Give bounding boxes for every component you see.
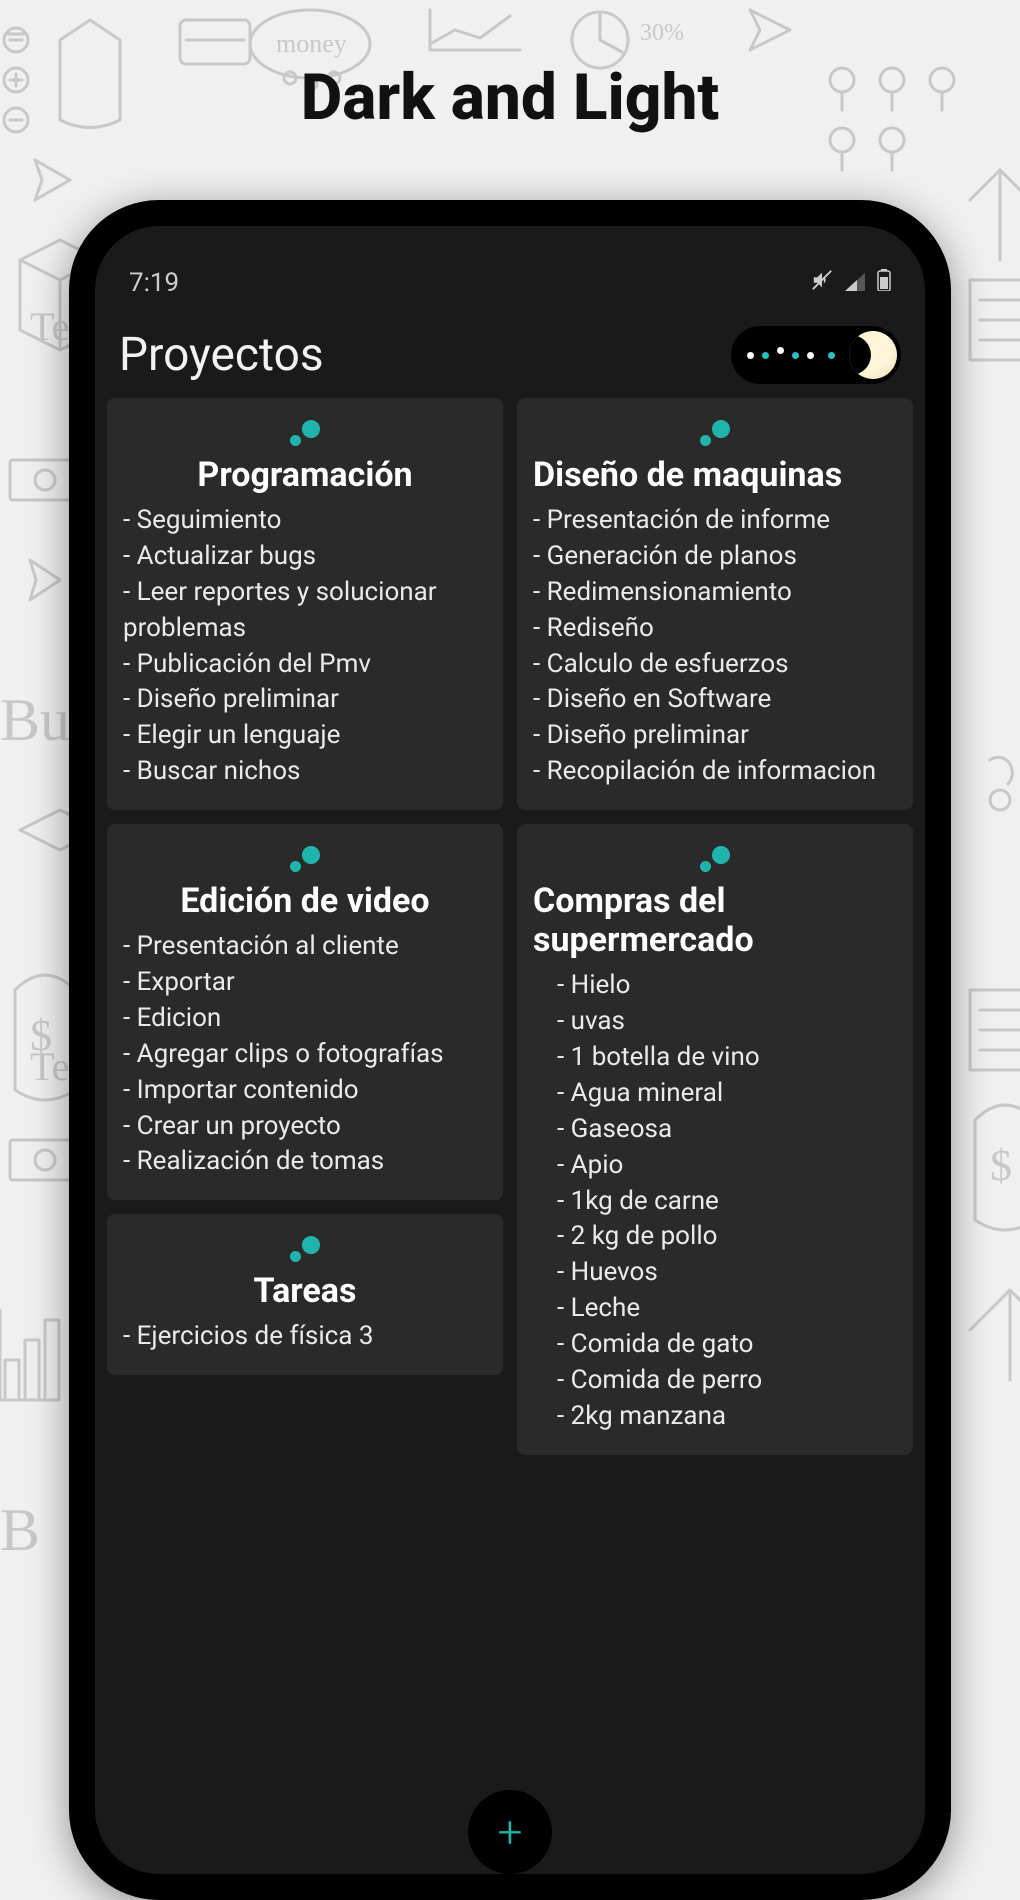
list-item: Presentación al cliente [123, 929, 487, 965]
projects-grid[interactable]: Programación Seguimiento Actualizar bugs… [95, 398, 925, 1866]
dots-icon [123, 846, 487, 876]
svg-text:money: money [276, 29, 347, 58]
list-item: Hielo [533, 968, 897, 1004]
project-card-programacion[interactable]: Programación Seguimiento Actualizar bugs… [107, 398, 503, 810]
svg-text:Te: Te [30, 304, 69, 349]
card-title: Edición de video [123, 882, 487, 921]
project-card-compras[interactable]: Compras del supermercado Hielo uvas 1 bo… [517, 824, 913, 1455]
list-item: Leche [533, 1291, 897, 1327]
status-time: 7:19 [129, 268, 179, 298]
list-item: Diseño preliminar [123, 682, 487, 718]
list-item: Gaseosa [533, 1112, 897, 1148]
phone-frame: 7:19 Proyectos [69, 200, 951, 1900]
dots-icon [533, 846, 897, 876]
card-title: Compras del supermercado [533, 882, 897, 960]
phone-screen: 7:19 Proyectos [95, 226, 925, 1874]
list-item: Agua mineral [533, 1076, 897, 1112]
list-item: 2kg manzana [533, 1399, 897, 1435]
theme-toggle[interactable] [731, 326, 901, 384]
card-title: Diseño de maquinas [533, 456, 897, 495]
battery-icon [877, 268, 891, 298]
app-header: Proyectos [95, 306, 925, 398]
list-item: Huevos [533, 1255, 897, 1291]
moon-icon [849, 331, 897, 379]
card-items: Presentación de informe Generación de pl… [533, 503, 897, 790]
dots-icon [123, 420, 487, 450]
stars-decoration [747, 326, 847, 384]
svg-text:Bu: Bu [0, 687, 70, 753]
mute-icon [811, 268, 833, 298]
svg-text:$: $ [30, 1011, 52, 1060]
list-item: Publicación del Pmv [123, 647, 487, 683]
card-title: Programación [123, 456, 487, 495]
list-item: Diseño en Software [533, 682, 897, 718]
promo-title: Dark and Light [0, 60, 1020, 135]
list-item: Ejercicios de física 3 [123, 1319, 487, 1355]
list-item: Realización de tomas [123, 1144, 487, 1180]
list-item: Recopilación de informacion [533, 754, 897, 790]
list-item: Seguimiento [123, 503, 487, 539]
list-item: 2 kg de pollo [533, 1219, 897, 1255]
list-item: Redimensionamiento [533, 575, 897, 611]
list-item: Buscar nichos [123, 754, 487, 790]
card-items: Ejercicios de física 3 [123, 1319, 487, 1355]
list-item: Crear un proyecto [123, 1109, 487, 1145]
list-item: 1kg de carne [533, 1184, 897, 1220]
svg-text:Te: Te [30, 1044, 69, 1089]
dots-icon [533, 420, 897, 450]
page-title: Proyectos [119, 328, 324, 382]
list-item: Comida de perro [533, 1363, 897, 1399]
list-item: Calculo de esfuerzos [533, 647, 897, 683]
plus-icon: + [498, 1810, 523, 1854]
list-item: Diseño preliminar [533, 718, 897, 754]
card-items: Presentación al cliente Exportar Edicion… [123, 929, 487, 1180]
card-title: Tareas [123, 1272, 487, 1311]
list-item: Apio [533, 1148, 897, 1184]
list-item: Importar contenido [123, 1073, 487, 1109]
svg-text:B: B [0, 1497, 40, 1563]
list-item: Rediseño [533, 611, 897, 647]
signal-icon [845, 268, 865, 298]
svg-text:30%: 30% [640, 20, 684, 46]
add-project-button[interactable]: + [468, 1790, 552, 1874]
card-items: Hielo uvas 1 botella de vino Agua minera… [533, 968, 897, 1434]
list-item: Presentación de informe [533, 503, 897, 539]
dots-icon [123, 1236, 487, 1266]
status-bar: 7:19 [95, 226, 925, 306]
list-item: Generación de planos [533, 539, 897, 575]
card-items: Seguimiento Actualizar bugs Leer reporte… [123, 503, 487, 790]
list-item: Leer reportes y solucionar problemas [123, 575, 487, 647]
list-item: 1 botella de vino [533, 1040, 897, 1076]
project-card-edicion-video[interactable]: Edición de video Presentación al cliente… [107, 824, 503, 1200]
list-item: Elegir un lenguaje [123, 718, 487, 754]
list-item: Agregar clips o fotografías [123, 1037, 487, 1073]
svg-text:$: $ [990, 1141, 1012, 1190]
status-indicators [811, 268, 891, 298]
list-item: uvas [533, 1004, 897, 1040]
project-card-diseno-maquinas[interactable]: Diseño de maquinas Presentación de infor… [517, 398, 913, 810]
list-item: Edicion [123, 1001, 487, 1037]
list-item: Actualizar bugs [123, 539, 487, 575]
project-card-tareas[interactable]: Tareas Ejercicios de física 3 [107, 1214, 503, 1375]
list-item: Comida de gato [533, 1327, 897, 1363]
list-item: Exportar [123, 965, 487, 1001]
